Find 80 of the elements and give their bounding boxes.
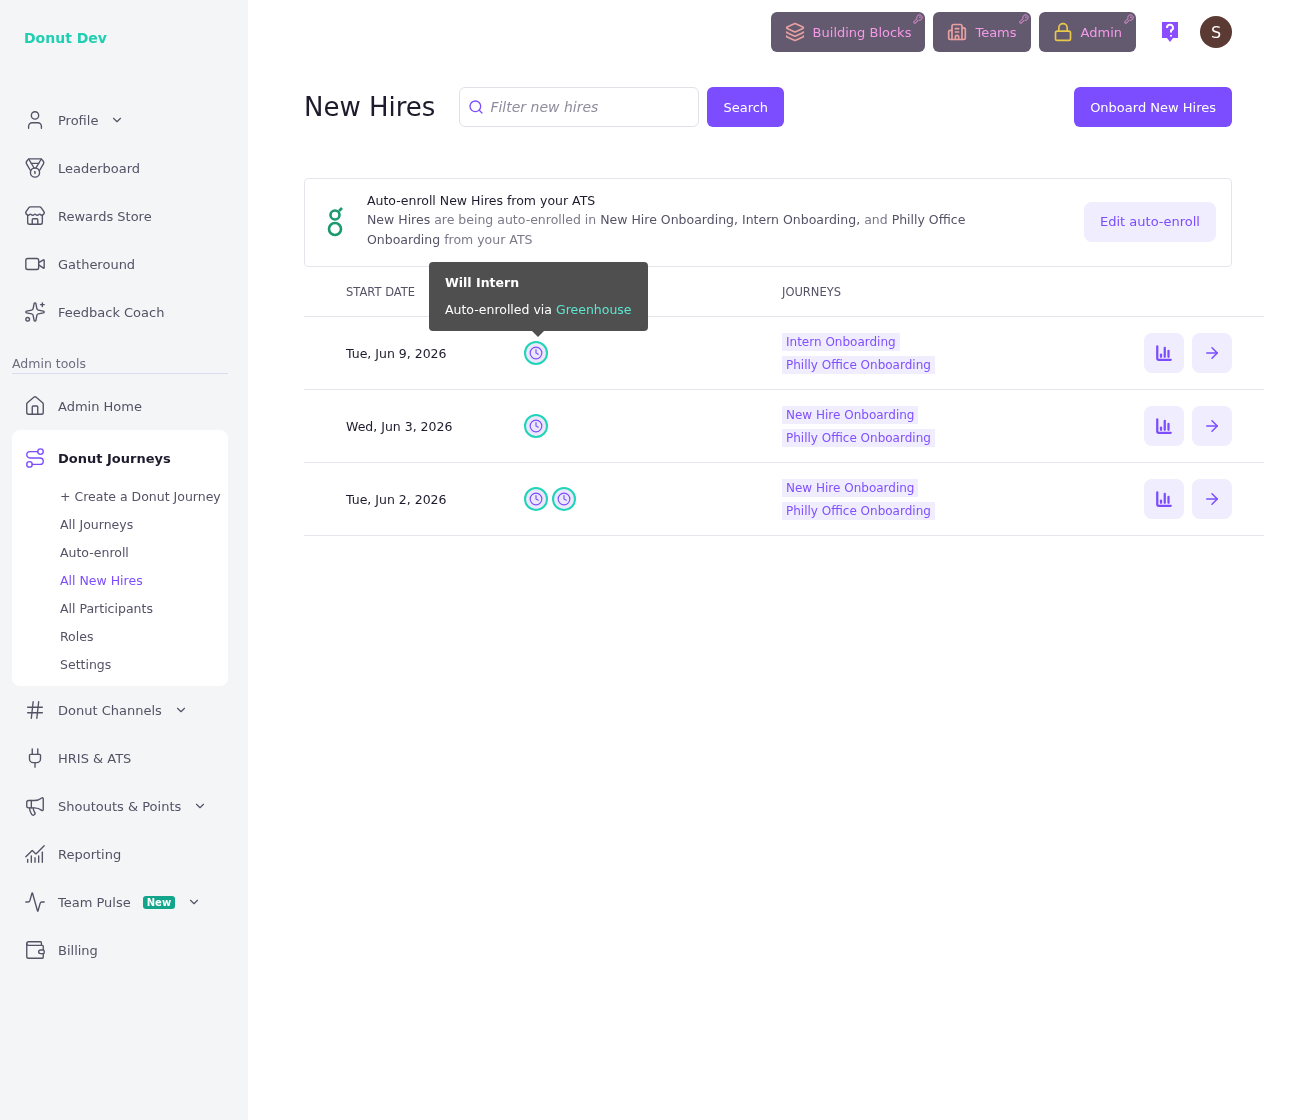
house-icon [24,395,46,417]
tooltip-name: Will Intern [445,275,521,290]
key-icon [1124,14,1134,24]
sidebar-item[interactable]: Donut Journeys [12,434,228,482]
journey-tag: New Hire Onboarding [782,405,919,424]
wallet-icon [24,939,46,961]
store-icon [24,205,46,227]
sidebar-item[interactable]: Feedback Coach [12,288,228,336]
user-avatar[interactable]: S [1200,16,1232,48]
sidebar-item[interactable]: Shoutouts & Points [12,782,228,830]
open-button[interactable] [1192,333,1232,373]
arrow-right-icon [1203,417,1221,435]
new-hire-avatar[interactable] [552,487,576,511]
column-header: START DATE [346,284,417,299]
stats-button[interactable] [1144,479,1184,519]
help-icon[interactable] [1160,20,1180,44]
greenhouse-link[interactable]: Greenhouse [555,302,632,317]
buildings-icon [947,22,968,42]
submenu-item[interactable]: Settings [12,650,228,678]
medal-icon [24,157,46,179]
sidebar-item[interactable]: Gatheround [12,240,228,288]
sidebar-item[interactable]: Billing [12,926,228,974]
column-header: JOURNEYS [782,284,843,299]
megaphone-icon [24,795,46,817]
sidebar-item[interactable]: Team Pulse New [12,878,228,926]
new-badge: New [142,895,176,909]
journey-tag: Philly Office Onboarding [782,355,935,374]
arrow-right-icon [1203,490,1221,508]
workspace-name: Donut Dev [23,30,108,46]
search-icon [468,99,485,115]
lock-icon [1052,22,1073,42]
sidebar-item[interactable]: Reporting [12,830,228,878]
start-date: Tue, Jun 2, 2026 [346,491,448,507]
search-button[interactable]: Search [707,87,785,127]
sidebar-item[interactable]: Leaderboard [12,144,228,192]
sidebar-item[interactable]: Donut Channels [12,686,228,734]
new-hire-avatar[interactable] [524,414,548,438]
edit-auto-enroll-button[interactable]: Edit auto-enroll [1084,201,1216,242]
blocks-icon [784,22,805,42]
journey-tag: New Hire Onboarding [782,478,919,497]
sidebar-item[interactable]: Rewards Store [12,192,228,240]
sidebar-item[interactable]: HRIS & ATS [12,734,228,782]
hash-icon [24,699,46,721]
submenu-item[interactable]: Roles [12,622,228,650]
tooltip-text: Auto-enrolled via [445,302,552,317]
bar-chart-icon [1155,490,1173,508]
sparkle-icon [24,301,46,323]
chart-icon [24,843,46,865]
arrow-right-icon [1203,344,1221,362]
new-hire-avatar[interactable] [524,341,548,365]
submenu-item[interactable]: All Participants [12,594,228,622]
submenu-item[interactable]: Auto-enroll [12,538,228,566]
onboard-button[interactable]: Onboard New Hires [1074,87,1232,127]
open-button[interactable] [1192,479,1232,519]
key-icon [913,14,924,24]
sidebar-item[interactable]: Profile [12,96,228,144]
new-hire-avatar[interactable] [524,487,548,511]
stats-button[interactable] [1144,333,1184,373]
greenhouse-logo-icon [327,204,345,239]
sidebar-item[interactable]: Admin Home [12,382,228,430]
stats-button[interactable] [1144,406,1184,446]
submenu-item[interactable]: All Journeys [12,510,228,538]
submenu-item[interactable]: All New Hires [12,566,228,594]
journey-tag: Philly Office Onboarding [782,501,935,520]
banner-text: New Hires are being auto-enrolled in New Hire Onboarding, Intern Onboarding, and Philly Office Onboarding from your ATS [367,211,967,249]
section-title: Admin tools [12,356,228,374]
start-date: Tue, Jun 9, 2026 [346,345,448,361]
open-button[interactable] [1192,406,1232,446]
page-title: New Hires [304,92,436,122]
submenu-item[interactable]: + Create a Donut Journey [12,482,228,510]
journey-tag: Intern Onboarding [782,332,900,351]
bar-chart-icon [1155,344,1173,362]
key-icon [1018,14,1029,24]
start-date: Wed, Jun 3, 2026 [346,418,454,434]
pulse-icon [24,891,46,913]
banner-title: Auto-enroll New Hires from your ATS [367,193,597,208]
bar-chart-icon [1155,417,1173,435]
route-icon [24,447,46,469]
search-field[interactable]: Filter new hires [459,87,700,127]
journey-tag: Philly Office Onboarding [782,428,935,447]
